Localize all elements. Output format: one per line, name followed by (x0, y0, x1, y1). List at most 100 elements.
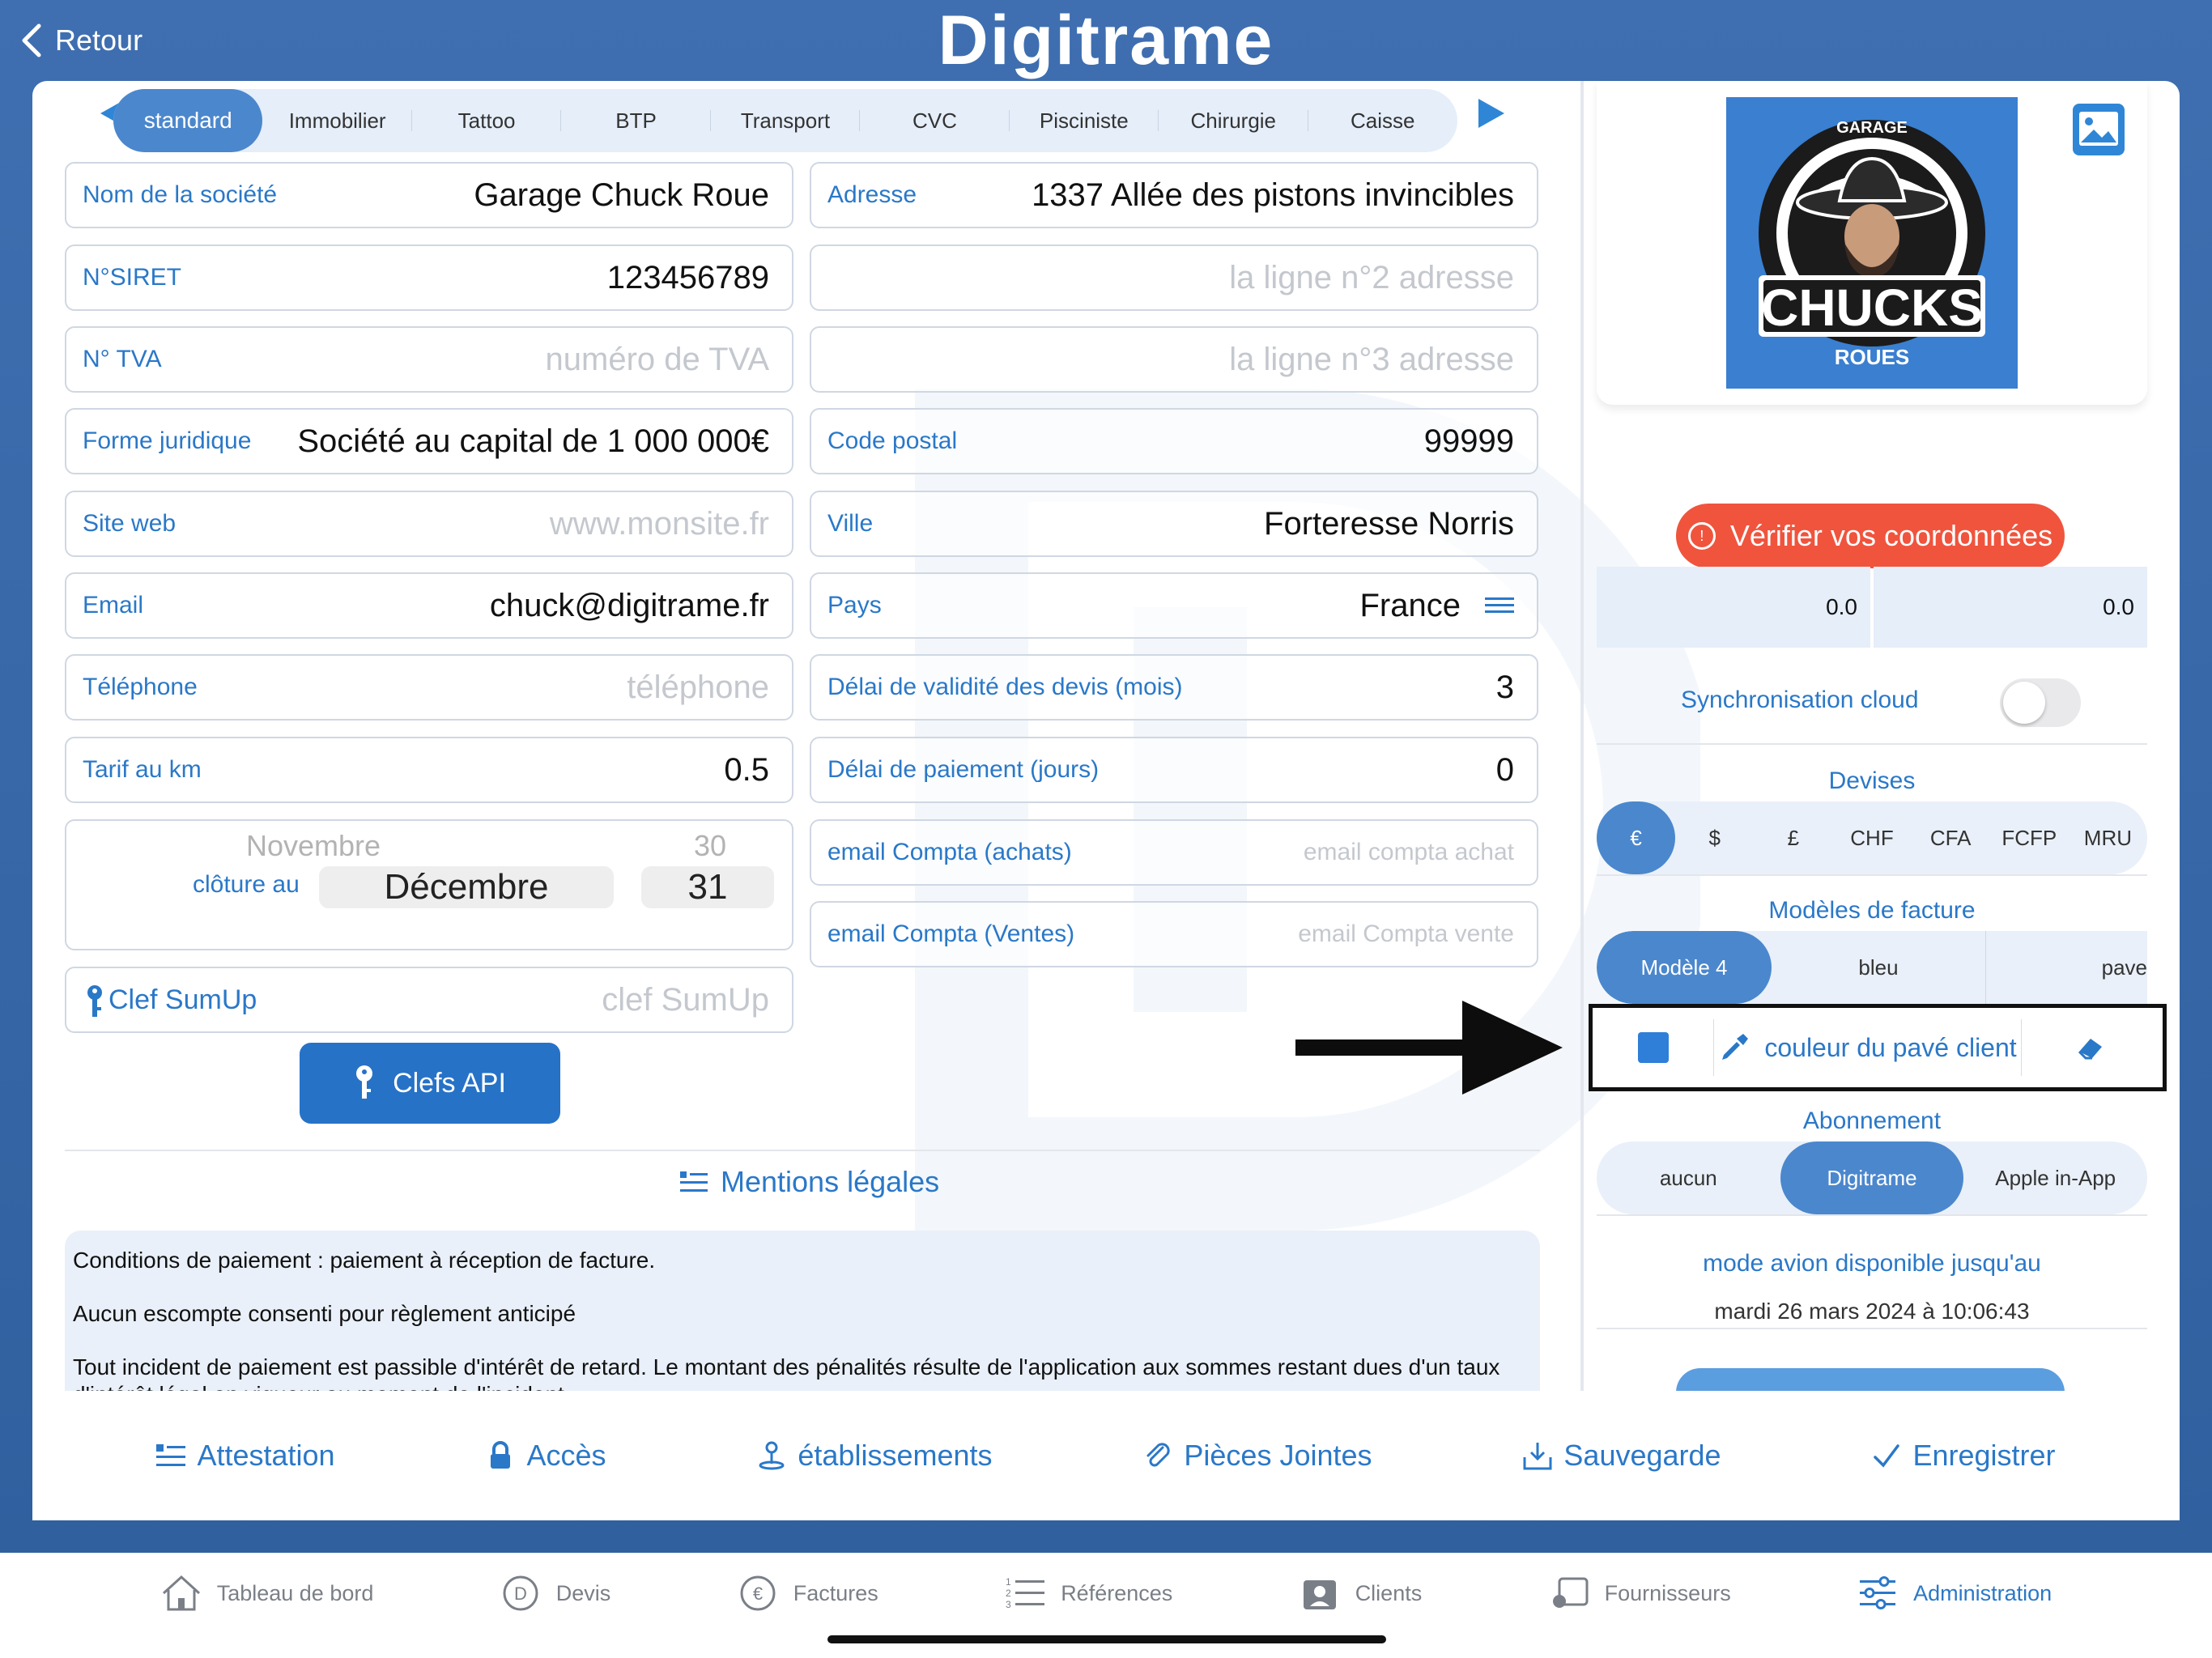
currency-fcfp[interactable]: FCFP (1990, 801, 2069, 874)
currency-usd[interactable]: $ (1675, 801, 1754, 874)
tab-chirurgie[interactable]: Chirurgie (1159, 89, 1308, 152)
legal-form-field[interactable]: Forme juridique Société au capital de 1 … (65, 408, 793, 474)
day-selected[interactable]: 31 (641, 866, 774, 908)
tab-transport[interactable]: Transport (711, 89, 861, 152)
field-value: Société au capital de 1 000 000€ (297, 423, 769, 459)
company-logo[interactable]: GARAGE CHUCKS ROUES (1726, 97, 2018, 389)
model-pave[interactable]: pave (1985, 931, 2147, 1004)
action-bar: Attestation Accès établissements Pièces … (32, 1391, 2180, 1520)
postal-code-field[interactable]: Code postal 99999 (810, 408, 1538, 474)
quote-validity-field[interactable]: Délai de validité des devis (mois) 3 (810, 654, 1538, 721)
longitude-field[interactable]: 0.0 (1874, 567, 2147, 648)
legal-line: Aucun escompte consenti pour règlement a… (73, 1301, 576, 1326)
address-line3-field[interactable]: la ligne n°3 adresse (810, 326, 1538, 393)
nav-dashboard[interactable]: Tableau de bord (160, 1574, 373, 1613)
tva-field[interactable]: N° TVA numéro de TVA (65, 326, 793, 393)
latitude-field[interactable]: 0.0 (1597, 567, 1870, 648)
siret-field[interactable]: N°SIRET 123456789 (65, 244, 793, 311)
eraser-button[interactable] (2022, 1011, 2159, 1084)
tab-immobilier[interactable]: Immobilier (262, 89, 413, 152)
currency-mru[interactable]: MRU (2069, 801, 2147, 874)
tab-btp[interactable]: BTP (561, 89, 712, 152)
eraser-icon (2078, 1039, 2102, 1060)
field-label: N° TVA (83, 346, 162, 372)
divider (1597, 1214, 2147, 1216)
legal-mentions-title: Mentions légales (721, 1165, 940, 1198)
subscription-apple[interactable]: Apple in-App (1963, 1141, 2147, 1214)
tab-pisciniste[interactable]: Pisciniste (1010, 89, 1159, 152)
currency-cfa[interactable]: CFA (1912, 801, 1990, 874)
numbered-list-icon: 123 (1006, 1576, 1045, 1610)
day-previous: 30 (693, 829, 727, 862)
establishments-button[interactable]: établissements (757, 1439, 993, 1473)
access-button[interactable]: Accès (486, 1439, 606, 1473)
longitude-value: 0.0 (2103, 594, 2134, 619)
nav-quotes[interactable]: D Devis (500, 1574, 610, 1613)
month-selected[interactable]: Décembre (319, 866, 614, 908)
accounting-sales-email-field[interactable]: email Compta (Ventes) email Compta vente (810, 901, 1538, 967)
verify-coordinates-button[interactable]: ! Vérifier vos coordonnées (1676, 504, 2065, 568)
city-field[interactable]: Ville Forteresse Norris (810, 491, 1538, 557)
field-label: Email (83, 592, 144, 619)
backup-button[interactable]: Sauvegarde (1523, 1439, 1721, 1473)
currency-chf[interactable]: CHF (1832, 801, 1911, 874)
country-field[interactable]: Pays France (810, 572, 1538, 639)
address-line2-field[interactable]: la ligne n°2 adresse (810, 244, 1538, 311)
field-label: Pays (827, 592, 882, 619)
field-value: chuck@digitrame.fr (489, 587, 769, 623)
app-title: Digitrame (938, 2, 1274, 79)
email-field[interactable]: Email chuck@digitrame.fr (65, 572, 793, 639)
menu-lines-icon[interactable] (1485, 596, 1514, 615)
logo-main-text: CHUCKS (1761, 278, 1983, 337)
image-picker-icon[interactable] (2071, 102, 2126, 157)
checkmark-icon (1874, 1444, 1900, 1468)
subscription-digitrame[interactable]: Digitrame (1780, 1141, 1964, 1214)
model-4[interactable]: Modèle 4 (1597, 931, 1772, 1004)
tab-next-arrow-icon[interactable] (1478, 99, 1504, 128)
euro-circle-icon: € (740, 1575, 776, 1611)
letter-d-circle-icon: D (503, 1575, 538, 1611)
address-field[interactable]: Adresse 1337 Allée des pistons invincibl… (810, 162, 1538, 228)
save-button[interactable]: Enregistrer (1872, 1439, 2056, 1473)
field-value: 3 (1495, 669, 1514, 705)
color-swatch-button[interactable] (1593, 1011, 1714, 1084)
nav-invoices[interactable]: € Factures (737, 1574, 878, 1613)
company-name-field[interactable]: Nom de la société Garage Chuck Roue (65, 162, 793, 228)
nav-references[interactable]: 123 Références (1004, 1574, 1172, 1613)
divider (1597, 743, 2147, 745)
cloud-sync-toggle[interactable] (2000, 678, 2081, 727)
pointer-arrow-icon (1295, 1001, 1563, 1095)
legal-mentions-text[interactable]: Conditions de paiement : paiement à réce… (65, 1231, 1540, 1391)
client-color-picker-button[interactable]: couleur du pavé client (1714, 1011, 2022, 1084)
field-label: Délai de paiement (jours) (827, 756, 1100, 783)
km-rate-field[interactable]: Tarif au km 0.5 (65, 737, 793, 803)
api-keys-label: Clefs API (393, 1067, 506, 1099)
closing-date-picker[interactable]: clôture au Novembre Décembre 30 31 (65, 819, 793, 950)
currency-gbp[interactable]: £ (1754, 801, 1832, 874)
tab-cvc[interactable]: CVC (860, 89, 1010, 152)
accounting-purchase-email-field[interactable]: email Compta (achats) email compta achat (810, 819, 1538, 886)
sumup-key-field[interactable]: Clef SumUp clef SumUp (65, 967, 793, 1033)
model-bleu[interactable]: bleu (1772, 931, 1985, 1004)
phone-field[interactable]: Téléphone téléphone (65, 654, 793, 721)
attachments-button[interactable]: Pièces Jointes (1143, 1439, 1372, 1473)
attestation-button[interactable]: Attestation (156, 1439, 335, 1473)
field-label: email Compta (Ventes) (827, 920, 1075, 947)
nav-administration[interactable]: Administration (1857, 1574, 2052, 1613)
field-label: email Compta (achats) (827, 839, 1072, 865)
subscription-title: Abonnement (1802, 1107, 1942, 1134)
tab-standard[interactable]: standard (113, 89, 263, 152)
tab-tattoo[interactable]: Tattoo (412, 89, 562, 152)
tab-caisse[interactable]: Caisse (1308, 89, 1457, 152)
home-indicator (827, 1635, 1386, 1643)
currency-eur[interactable]: € (1597, 801, 1676, 874)
nav-clients[interactable]: Clients (1299, 1574, 1422, 1613)
legal-mentions-header[interactable]: Mentions légales (680, 1159, 939, 1205)
payment-delay-field[interactable]: Délai de paiement (jours) 0 (810, 737, 1538, 803)
subscription-none[interactable]: aucun (1597, 1141, 1780, 1214)
text-quote-icon (680, 1171, 708, 1192)
website-field[interactable]: Site web www.monsite.fr (65, 491, 793, 557)
download-tray-icon (1523, 1443, 1552, 1470)
api-keys-button[interactable]: Clefs API (300, 1043, 560, 1124)
nav-suppliers[interactable]: Fournisseurs (1548, 1574, 1731, 1613)
